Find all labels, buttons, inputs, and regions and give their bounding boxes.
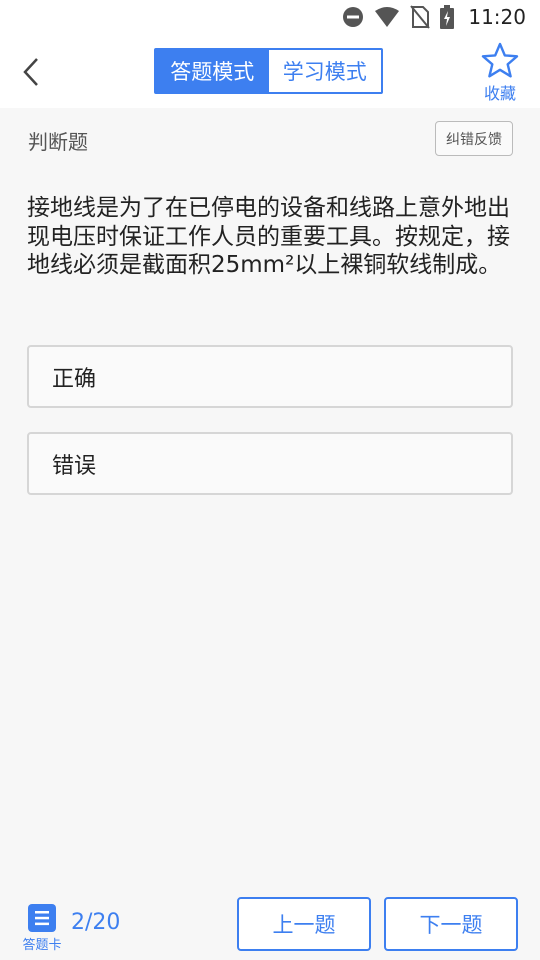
mode-switch: 答题模式 学习模式 [154, 48, 383, 94]
no-sim-icon [410, 5, 431, 29]
tab-answer-mode[interactable]: 答题模式 [156, 50, 269, 92]
option-true[interactable]: 正确 [27, 345, 513, 408]
star-outline-icon [481, 42, 519, 78]
list-icon [28, 904, 56, 932]
do-not-disturb-icon [343, 7, 364, 27]
battery-charging-icon [440, 5, 455, 29]
option-label: 正确 [52, 366, 97, 392]
answer-card-label: 答题卡 [22, 938, 62, 953]
favorite-button[interactable]: 收藏 [474, 42, 526, 104]
question-progress: 2/20 [71, 910, 121, 935]
answer-card-button[interactable]: 答题卡 [20, 904, 64, 954]
question-text: 接地线是为了在已停电的设备和线路上意外地出现电压时保证工作人员的重要工具。按规定… [27, 195, 510, 278]
favorite-label: 收藏 [483, 84, 516, 103]
option-false[interactable]: 错误 [27, 432, 513, 495]
back-button[interactable] [14, 54, 48, 90]
tab-study-mode[interactable]: 学习模式 [268, 50, 381, 92]
wifi-icon [375, 7, 400, 27]
question-type-label: 判断题 [28, 130, 88, 154]
chevron-left-icon [23, 58, 38, 86]
top-bar: 答题模式 学习模式 收藏 [0, 36, 540, 108]
prev-question-button[interactable]: 上一题 [237, 897, 371, 951]
clock: 11:20 [468, 5, 526, 29]
next-question-button[interactable]: 下一题 [384, 897, 518, 951]
status-bar: 11:20 [0, 0, 540, 36]
option-label: 错误 [52, 453, 97, 479]
report-error-button[interactable]: 纠错反馈 [435, 121, 513, 156]
